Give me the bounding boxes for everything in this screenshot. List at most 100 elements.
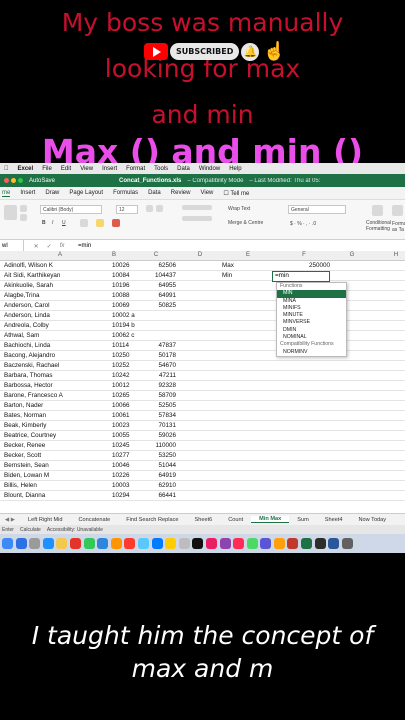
cell-id[interactable]: 10196 [112,282,130,289]
dock-app-icon[interactable] [287,538,299,549]
table-row[interactable]: Billis, Helen 10003 62910 [0,481,405,491]
menu-insert[interactable]: Insert [102,166,117,172]
cell-id[interactable]: 10226 [112,472,130,479]
cut-icon[interactable] [20,205,27,212]
cell-name[interactable]: Bacong, Alejandro [4,352,55,359]
dock-app-icon[interactable] [97,538,109,549]
wrap-text-button[interactable]: Wrap Text [228,206,250,212]
cell-name[interactable]: Barton, Nader [4,402,43,409]
align-horizontal-icons[interactable] [182,216,212,221]
cell-value[interactable]: 50178 [148,352,176,359]
column-header-d[interactable]: D [196,252,204,258]
tab-formulas[interactable]: Formulas [113,190,138,196]
formula-input[interactable]: =min [74,243,91,249]
tab-data[interactable]: Data [148,190,161,196]
cell-id[interactable]: 10069 [112,302,130,309]
column-header-a[interactable]: A [56,252,64,258]
sheet-tab[interactable]: Min Max [251,516,290,523]
dock-app-icon[interactable] [2,538,13,549]
cell-value[interactable]: 50825 [148,302,176,309]
table-row[interactable]: Becker, Renee 10245 110000 [0,441,405,451]
cell-value[interactable]: 47211 [148,372,176,379]
dock-app-icon[interactable] [137,538,149,549]
cell-name[interactable]: Becker, Renee [4,442,45,449]
dock-app-icon[interactable] [192,538,204,549]
cell-name[interactable]: Adinolfi, Wilson K [4,262,53,269]
tab-insert[interactable]: Insert [20,190,35,196]
menu-help[interactable]: Help [229,166,241,172]
cell-name[interactable]: Blount, Dianna [4,492,45,499]
cell-value[interactable]: 51044 [148,462,176,469]
merge-centre-button[interactable]: Merge & Centre [228,220,263,226]
cell-name[interactable]: Bernstein, Sean [4,462,49,469]
sheet-tab[interactable]: Left Right Mid [20,517,71,523]
menu-format[interactable]: Format [126,166,145,172]
dock-app-icon[interactable] [273,538,285,549]
sheet-tab[interactable]: Sheet4 [317,517,351,523]
cell-id[interactable]: 10066 [112,402,130,409]
max-value[interactable]: 250000 [276,262,330,269]
dock-app-icon[interactable] [83,538,95,549]
table-row[interactable]: Barbossa, Hector 10012 92328 [0,381,405,391]
autocomplete-compat-item[interactable]: NORMINV [277,349,346,356]
cell-name[interactable]: Akinkuolie, Sarah [4,282,53,289]
table-row[interactable]: Beak, Kimberly 10023 70131 [0,421,405,431]
sheet-nav-icon[interactable]: ◀ ▶ [0,517,20,523]
cell-name[interactable]: Anderson, Carol [4,302,50,309]
dock-app-icon[interactable] [69,538,81,549]
tab-review[interactable]: Review [171,190,191,196]
borders-icon[interactable] [80,219,88,227]
cell-name[interactable]: Barbossa, Hector [4,382,53,389]
cell-name[interactable]: Ait Sidi, Karthikeyan [4,272,60,279]
close-window-button[interactable] [4,178,9,183]
cell-name[interactable]: Biden, Lowan M [4,472,49,479]
font-color-icon[interactable] [112,219,120,227]
cancel-formula-icon[interactable]: ✕ [34,243,39,250]
cell-value[interactable]: 64919 [148,472,176,479]
dock-app-icon[interactable] [29,538,41,549]
column-header-h[interactable]: H [392,252,400,258]
sheet-tab[interactable]: Now Today [351,517,395,523]
max-label[interactable]: Max [222,262,234,269]
table-row[interactable]: Barbara, Thomas 10242 47211 [0,371,405,381]
sheet-tab[interactable]: Concatenate [71,517,119,523]
conditional-formatting-icon[interactable] [372,205,383,216]
cell-value[interactable]: 59026 [148,432,176,439]
menu-edit[interactable]: Edit [61,166,71,172]
dock-app-icon[interactable] [328,538,340,549]
column-header-g[interactable]: G [348,252,356,258]
cell-name[interactable]: Becker, Scott [4,452,41,459]
number-format-select[interactable]: General [288,205,346,214]
cell-value[interactable]: 53250 [148,452,176,459]
table-row[interactable]: Baczenski, Rachael 10252 54670 [0,361,405,371]
tell-me-search[interactable]: ☐ Tell me [223,190,249,197]
column-header-b[interactable]: B [110,252,118,258]
align-top-icons[interactable] [182,205,212,210]
tab-home[interactable]: me [2,190,11,197]
autocomplete-item[interactable]: MINA [277,298,346,305]
dock-app-icon[interactable] [341,538,353,549]
column-header-e[interactable]: E [244,252,252,258]
zoom-window-button[interactable] [18,178,23,183]
cell-name[interactable]: Andreola, Colby [4,322,49,329]
column-header-f[interactable]: F [300,252,308,258]
cell-id[interactable]: 10245 [112,442,130,449]
autocomplete-item[interactable]: MINIFS [277,305,346,312]
table-row[interactable]: Adinolfi, Wilson K 10026 62506 Max 250000 [0,261,405,271]
cell-value[interactable]: 64991 [148,292,176,299]
column-header-c[interactable]: C [152,252,160,258]
min-formula-cell[interactable]: =min [272,271,330,282]
cell-value[interactable]: 92328 [148,382,176,389]
menu-view[interactable]: View [80,166,93,172]
cell-value[interactable]: 66441 [148,492,176,499]
cell-id[interactable]: 10194 b [112,322,135,329]
underline-button[interactable]: U [62,220,66,226]
cell-value[interactable]: 62910 [148,482,176,489]
dock-app-icon[interactable] [205,538,217,549]
cell-id[interactable]: 10277 [112,452,130,459]
tab-page-layout[interactable]: Page Layout [69,190,103,196]
cell-id[interactable]: 10023 [112,422,130,429]
cell-value[interactable]: 58709 [148,392,176,399]
apple-icon[interactable]:  [4,166,9,172]
cell-id[interactable]: 10088 [112,292,130,299]
